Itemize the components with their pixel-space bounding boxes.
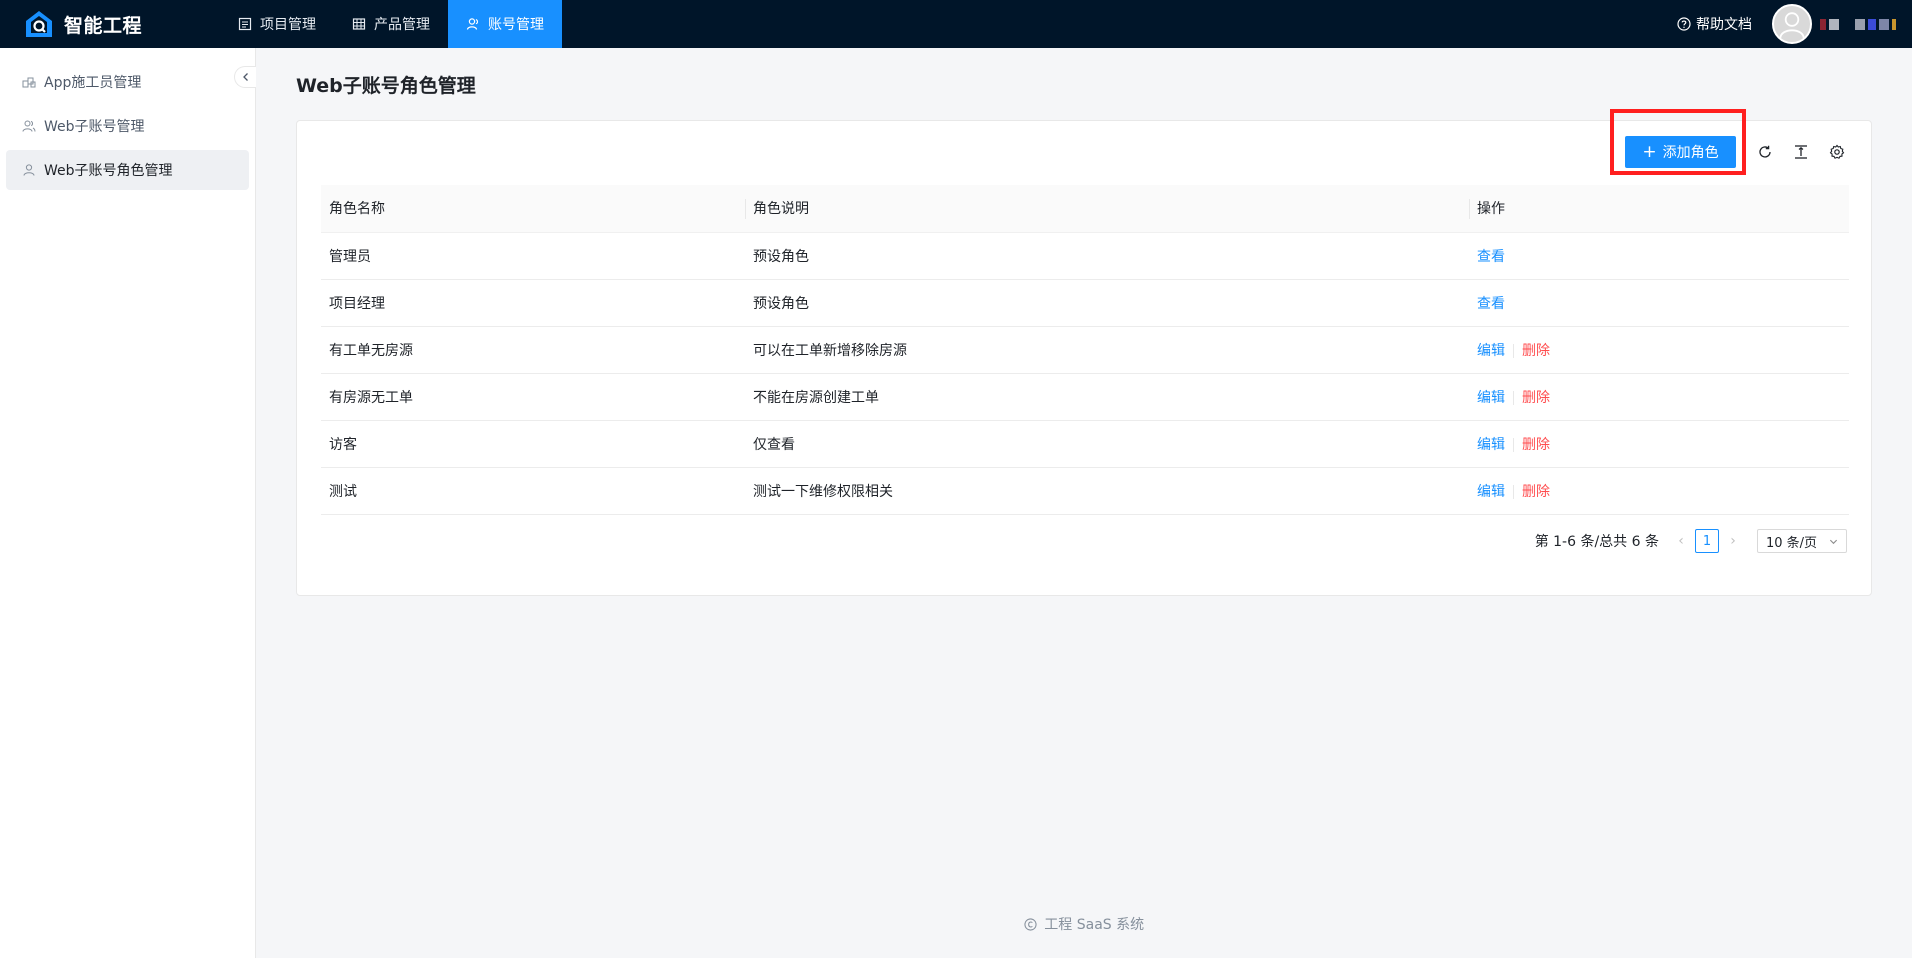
table-row: 访客 仅查看 编辑 删除 xyxy=(321,420,1849,468)
avatar-user-icon xyxy=(1779,12,1805,39)
view-link[interactable]: 查看 xyxy=(1477,296,1505,312)
table-row: 测试 测试一下维修权限相关 编辑 删除 xyxy=(321,467,1849,515)
delete-link[interactable]: 删除 xyxy=(1522,484,1550,500)
view-link[interactable]: 查看 xyxy=(1477,249,1505,265)
page-size-value: 10 条/页 xyxy=(1766,535,1818,551)
table-row: 管理员 预设角色 查看 xyxy=(321,232,1849,280)
page-number-button[interactable]: 1 xyxy=(1695,529,1719,553)
sidebar-item-label: Web子账号角色管理 xyxy=(44,163,173,179)
help-label: 帮助文档 xyxy=(1696,17,1752,33)
edit-link[interactable]: 编辑 xyxy=(1477,343,1505,359)
table-row: 有房源无工单 不能在房源创建工单 编辑 删除 xyxy=(321,373,1849,421)
chevron-left-icon xyxy=(242,73,248,81)
edit-link[interactable]: 编辑 xyxy=(1477,390,1505,406)
nav-item-accounts[interactable]: 账号管理 xyxy=(448,0,562,48)
user-icon xyxy=(466,17,480,31)
column-separator xyxy=(1469,199,1470,219)
list-icon xyxy=(238,17,252,31)
delete-link[interactable]: 删除 xyxy=(1522,390,1550,406)
role-name-cell: 有房源无工单 xyxy=(321,373,745,421)
nav-label: 账号管理 xyxy=(488,17,544,33)
refresh-icon[interactable] xyxy=(1756,143,1774,161)
action-divider xyxy=(1513,437,1514,452)
plus-icon: + xyxy=(1642,141,1657,162)
help-docs-link[interactable]: 帮助文档 xyxy=(1677,14,1752,34)
header-label: 角色名称 xyxy=(329,201,385,218)
column-header-actions[interactable]: 操作 xyxy=(1469,185,1849,233)
actions-cell: 查看 xyxy=(1469,232,1849,280)
column-height-icon[interactable] xyxy=(1792,143,1810,161)
delete-link[interactable]: 删除 xyxy=(1522,343,1550,359)
nav-label: 项目管理 xyxy=(260,17,316,33)
users-icon xyxy=(22,119,36,133)
pagination-summary: 第 1-6 条/总共 6 条 xyxy=(1534,534,1659,550)
role-name-cell: 管理员 xyxy=(321,232,745,280)
grid-icon xyxy=(352,17,366,31)
role-desc-cell: 可以在工单新增移除房源 xyxy=(745,326,1469,374)
role-desc-cell: 不能在房源创建工单 xyxy=(745,373,1469,421)
delete-link[interactable]: 删除 xyxy=(1522,437,1550,453)
question-circle-icon xyxy=(1677,17,1691,31)
user-icon xyxy=(22,163,36,177)
actions-cell: 编辑 删除 xyxy=(1469,326,1849,374)
roles-card: + 添加角色 角色名称 角色说明 操作 管理员 预设角色 查看 项目经理 预设角… xyxy=(296,109,1872,596)
actions-cell: 编辑 删除 xyxy=(1469,373,1849,421)
user-avatar[interactable] xyxy=(1772,4,1812,44)
column-separator xyxy=(745,199,746,219)
actions-cell: 编辑 删除 xyxy=(1469,420,1849,468)
sidebar: App施工员管理 Web子账号管理 Web子账号角色管理 xyxy=(0,48,256,958)
action-divider xyxy=(1513,343,1514,358)
team-icon xyxy=(22,75,36,89)
settings-gear-icon[interactable] xyxy=(1828,143,1846,161)
top-header: 智能工程 项目管理 产品管理 账号管理 帮助文档 xyxy=(0,0,1912,48)
actions-cell: 查看 xyxy=(1469,279,1849,327)
top-nav: 项目管理 产品管理 账号管理 xyxy=(220,0,562,48)
chevron-down-icon xyxy=(1829,539,1838,544)
header-label: 角色说明 xyxy=(753,201,809,218)
add-role-label: 添加角色 xyxy=(1662,145,1719,161)
table-row: 项目经理 预设角色 查看 xyxy=(321,279,1849,327)
footer: 工程 SaaS 系统 xyxy=(256,914,1912,934)
role-desc-cell: 预设角色 xyxy=(745,232,1469,280)
edit-link[interactable]: 编辑 xyxy=(1477,437,1505,453)
role-desc-cell: 预设角色 xyxy=(745,279,1469,327)
prev-page-chevron-icon[interactable]: ‹ xyxy=(1671,533,1691,549)
table-header-row: 角色名称 角色说明 操作 xyxy=(321,185,1849,233)
column-header-role-desc[interactable]: 角色说明 xyxy=(745,185,1469,233)
role-name-cell: 有工单无房源 xyxy=(321,326,745,374)
page-size-select[interactable]: 10 条/页 xyxy=(1757,529,1847,553)
brand[interactable]: 智能工程 xyxy=(0,9,220,39)
nav-item-projects[interactable]: 项目管理 xyxy=(220,0,334,48)
home-logo-icon xyxy=(26,11,52,37)
add-role-button[interactable]: + 添加角色 xyxy=(1625,136,1736,168)
sidebar-item-label: App施工员管理 xyxy=(44,75,142,91)
copyright-icon xyxy=(1024,918,1037,931)
brand-title: 智能工程 xyxy=(64,14,143,37)
sidebar-item-web-accounts[interactable]: Web子账号管理 xyxy=(6,106,249,146)
edit-link[interactable]: 编辑 xyxy=(1477,484,1505,500)
role-name-cell: 项目经理 xyxy=(321,279,745,327)
action-divider xyxy=(1513,390,1514,405)
sidebar-item-web-account-roles[interactable]: Web子账号角色管理 xyxy=(6,150,249,190)
actions-cell: 编辑 删除 xyxy=(1469,467,1849,515)
nav-item-products[interactable]: 产品管理 xyxy=(334,0,448,48)
role-desc-cell: 仅查看 xyxy=(745,420,1469,468)
sidebar-collapse-button[interactable] xyxy=(234,66,256,88)
role-desc-cell: 测试一下维修权限相关 xyxy=(745,467,1469,515)
nav-label: 产品管理 xyxy=(374,17,430,33)
pagination: 第 1-6 条/总共 6 条 ‹ 1 › 10 条/页 xyxy=(1535,529,1847,553)
role-name-cell: 测试 xyxy=(321,467,745,515)
sidebar-item-app-workers[interactable]: App施工员管理 xyxy=(6,62,249,102)
user-name-redacted[interactable] xyxy=(1820,18,1896,30)
page-title: Web子账号角色管理 xyxy=(296,75,476,97)
sidebar-item-label: Web子账号管理 xyxy=(44,119,145,135)
role-name-cell: 访客 xyxy=(321,420,745,468)
column-header-role-name[interactable]: 角色名称 xyxy=(321,185,745,233)
footer-text: 工程 SaaS 系统 xyxy=(1044,917,1145,933)
roles-table: 角色名称 角色说明 操作 管理员 预设角色 查看 项目经理 预设角色 查看 有工… xyxy=(321,185,1849,515)
action-divider xyxy=(1513,484,1514,499)
next-page-chevron-icon[interactable]: › xyxy=(1723,533,1743,549)
table-row: 有工单无房源 可以在工单新增移除房源 编辑 删除 xyxy=(321,326,1849,374)
header-label: 操作 xyxy=(1477,201,1505,218)
